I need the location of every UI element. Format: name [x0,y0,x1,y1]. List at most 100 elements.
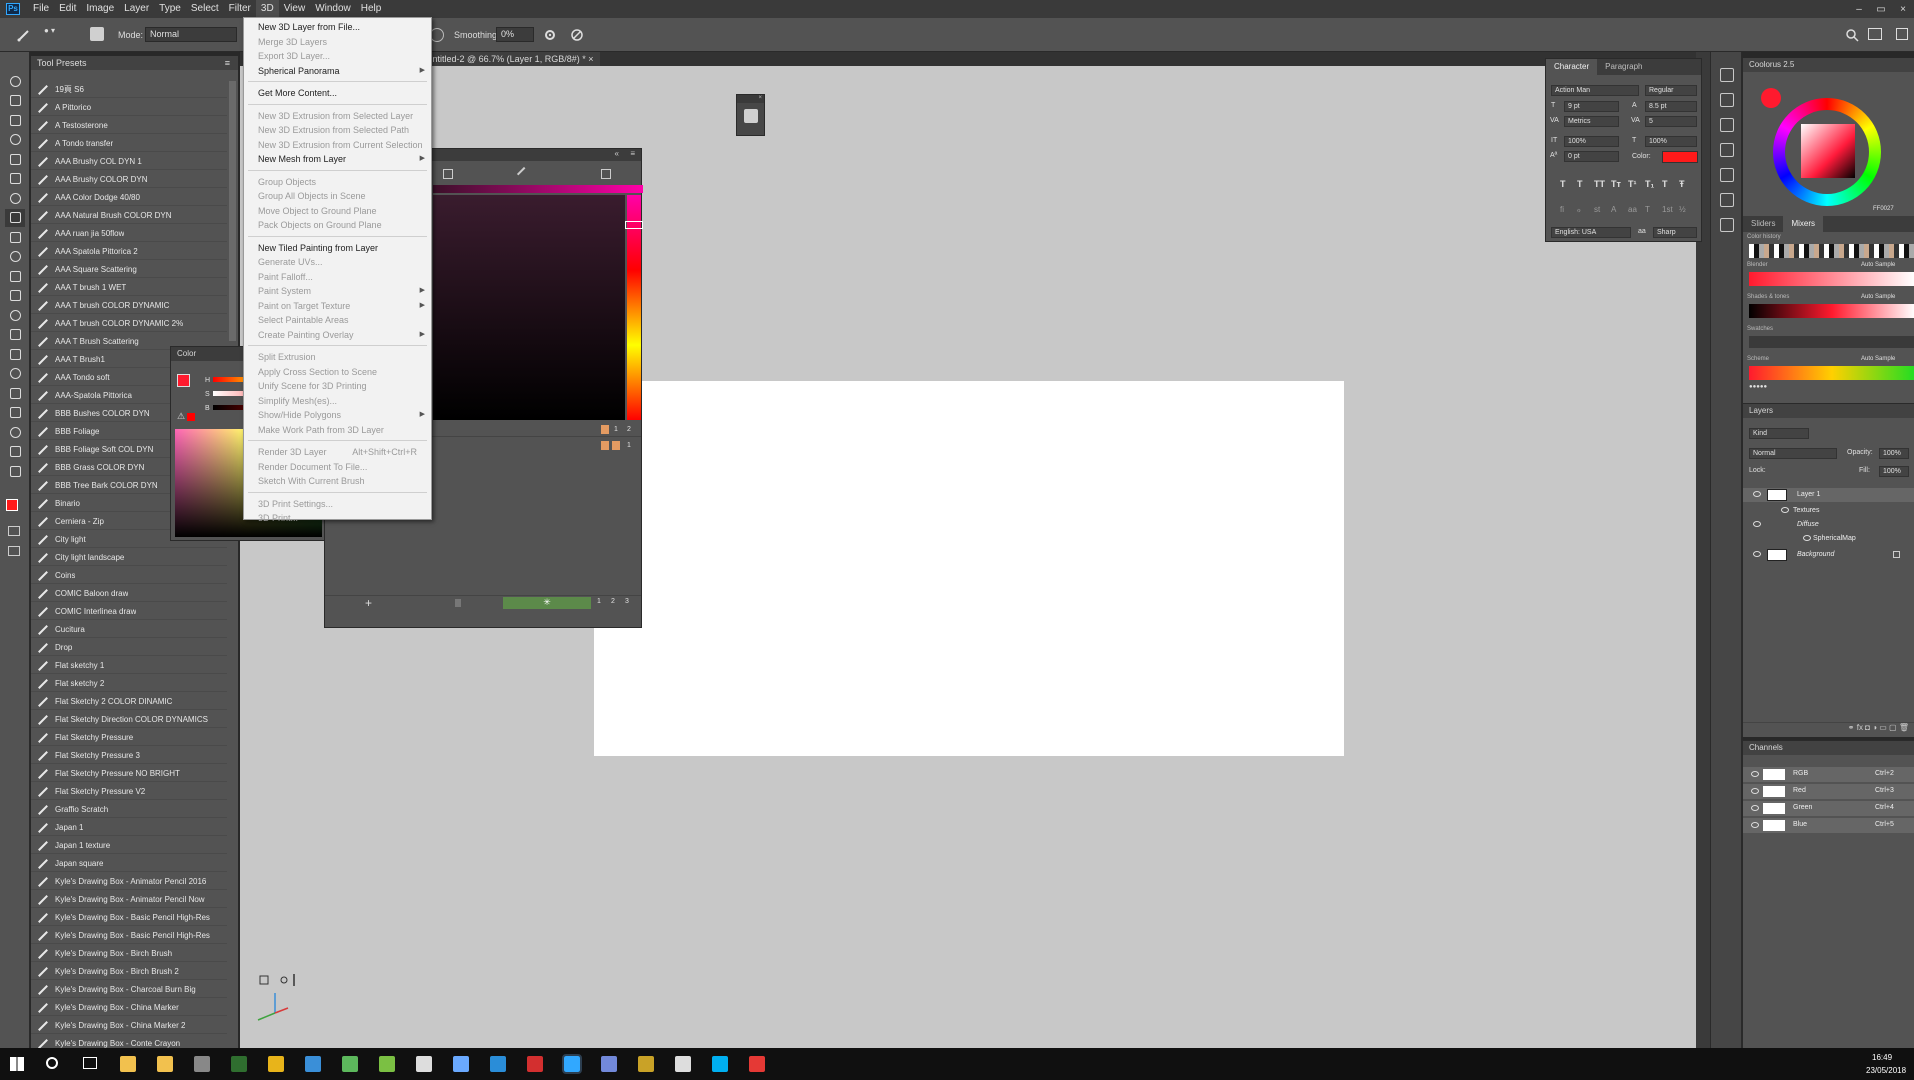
menu-item-new-3d-extrusion-from-current-selection[interactable]: New 3D Extrusion from Current Selection [244,138,431,152]
eye-icon[interactable] [1753,491,1761,497]
tool-preset-item[interactable]: AAA T brush COLOR DYNAMIC 2% [31,315,227,332]
tool-preset-item[interactable]: AAA Brushy COLOR DYN [31,171,227,188]
faux-style-button[interactable]: T [1662,179,1668,189]
tool-preset-item[interactable]: Kyle's Drawing Box - Animator Pencil Now [31,891,227,908]
tab-sliders[interactable]: Sliders [1743,216,1783,232]
foreground-color-swatch[interactable] [6,499,18,511]
tool-preset-item[interactable]: Flat Sketchy 2 COLOR DINAMIC [31,693,227,710]
opacity-pressure-icon[interactable] [430,28,444,42]
opentype-button[interactable]: A [1611,205,1616,214]
eye-icon[interactable] [1781,507,1789,513]
tool-preset-item[interactable]: Kyle's Drawing Box - Basic Pencil High-R… [31,927,227,944]
tab-close-icon[interactable]: × [588,54,593,64]
font-style-field[interactable]: Regular [1645,85,1697,96]
store-icon[interactable] [157,1056,173,1072]
eye-icon[interactable] [1751,771,1759,777]
opacity-field[interactable]: 100% [1879,448,1909,459]
tool-preset-item[interactable]: Graffio Scratch [31,801,227,818]
menu-item-select-paintable-areas[interactable]: Select Paintable Areas [244,313,431,327]
search-icon[interactable] [1845,28,1859,42]
tool-preset-item[interactable]: 19頁 S6 [31,81,227,98]
brush-panel-icon[interactable] [1720,143,1734,157]
floating-3d-widget[interactable]: × [736,94,765,136]
dodge-tool-icon[interactable] [5,326,25,344]
eye-icon[interactable] [1751,788,1759,794]
clock-time[interactable]: 16:49 [1872,1053,1892,1062]
menu-item-spherical-panorama[interactable]: Spherical Panorama ▶ [244,64,431,78]
tool-preset-item[interactable]: Cucitura [31,621,227,638]
tool-preset-item[interactable]: A Testosterone [31,117,227,134]
tool-preset-item[interactable]: Flat Sketchy Pressure 3 [31,747,227,764]
faux-style-button[interactable]: TT [1594,179,1605,189]
tool-preset-item[interactable]: AAA T brush 1 WET [31,279,227,296]
menu-item-apply-cross-section-to-scene[interactable]: Apply Cross Section to Scene [244,365,431,379]
faux-style-button[interactable]: Ŧ [1679,179,1685,189]
path-select-tool-icon[interactable] [5,384,25,402]
eyedropper-icon[interactable] [516,166,532,182]
tool-preset-item[interactable]: Kyle's Drawing Box - China Marker 2 [31,1017,227,1034]
opentype-button[interactable]: ℴ [1577,205,1581,214]
menu-item-move-object-to-ground-plane[interactable]: Move Object to Ground Plane [244,204,431,218]
language-field[interactable]: English: USA [1551,227,1631,238]
faux-style-button[interactable]: Tт [1611,179,1621,189]
menu-edit[interactable]: Edit [54,0,81,18]
faux-style-button[interactable]: T₁ [1645,179,1654,189]
chrome-icon[interactable] [268,1056,284,1072]
tool-preset-item[interactable]: Flat Sketchy Pressure [31,729,227,746]
character-icon[interactable] [1720,68,1734,82]
tool-preset-item[interactable]: Kyle's Drawing Box - Birch Brush [31,945,227,962]
tool-preset-item[interactable]: Coins [31,567,227,584]
eye-icon[interactable] [1751,805,1759,811]
share-icon[interactable] [1896,28,1908,40]
app-icon[interactable] [305,1056,321,1072]
tracking-field[interactable]: 5 [1645,116,1697,127]
channel-row[interactable]: RGB Ctrl+2 [1743,767,1914,782]
light-button[interactable]: ✳ [503,597,591,609]
menu-select[interactable]: Select [186,0,224,18]
brush-preset-picker[interactable]: ● ▾ [44,26,72,44]
gradient-tool-icon[interactable] [5,287,25,305]
zoom-tool-icon[interactable] [5,443,25,461]
menu-item-paint-falloff[interactable]: Paint Falloff... [244,270,431,284]
current-color-dot[interactable] [1761,88,1781,108]
marquee-tool-icon[interactable] [5,92,25,110]
collapse-icon[interactable]: « [615,149,619,158]
brush-tool-icon[interactable] [16,27,32,43]
menu-item-new-3d-layer-from-file[interactable]: New 3D Layer from File... [244,20,431,34]
eyedropper-tool-icon[interactable] [5,170,25,188]
mail-icon[interactable] [194,1056,210,1072]
vertical-scale-field[interactable]: 100% [1564,136,1619,147]
gear-icon[interactable] [543,28,557,42]
menu-item-new-3d-extrusion-from-selected-path[interactable]: New 3D Extrusion from Selected Path [244,123,431,137]
close-window-button[interactable]: × [1892,4,1914,15]
skype-icon[interactable] [712,1056,728,1072]
paragraph-icon[interactable] [1720,93,1734,107]
opentype-button[interactable]: ½ [1679,205,1686,214]
menu-item-create-painting-overlay[interactable]: Create Painting Overlay ▶ [244,328,431,342]
app-icon[interactable] [453,1056,469,1072]
menu-item-pack-objects-on-ground-plane[interactable]: Pack Objects on Ground Plane [244,218,431,232]
tool-preset-item[interactable]: Flat Sketchy Pressure V2 [31,783,227,800]
footer-num[interactable]: 1 [597,598,601,605]
scheme-dots[interactable]: ●●●●● [1749,384,1767,390]
menu-item-group-all-objects-in-scene[interactable]: Group All Objects in Scene [244,189,431,203]
smoothing-dropdown[interactable]: 0% [496,27,534,42]
menu-type[interactable]: Type [154,0,186,18]
eye-icon[interactable] [1751,822,1759,828]
clone-stamp-tool-icon[interactable] [5,228,25,246]
app-icon[interactable] [416,1056,432,1072]
horizontal-scale-field[interactable]: 100% [1645,136,1697,147]
app-icon[interactable] [342,1056,358,1072]
tab-mixers[interactable]: Mixers [1783,216,1824,232]
faux-style-button[interactable]: T [1560,179,1566,189]
menu-item-get-more-content[interactable]: Get More Content... [244,86,431,100]
shape-tool-icon[interactable] [5,404,25,422]
panel-menu-icon[interactable]: ≡ [630,149,635,158]
foreground-swatch[interactable] [177,374,190,387]
lasso-tool-icon[interactable] [5,111,25,129]
footer-num[interactable]: 2 [611,598,615,605]
color-history-strip[interactable] [1749,244,1914,258]
app-icon[interactable] [527,1056,543,1072]
baseline-shift-field[interactable]: 0 pt [1564,151,1619,162]
presets-scrollbar[interactable] [229,81,236,341]
